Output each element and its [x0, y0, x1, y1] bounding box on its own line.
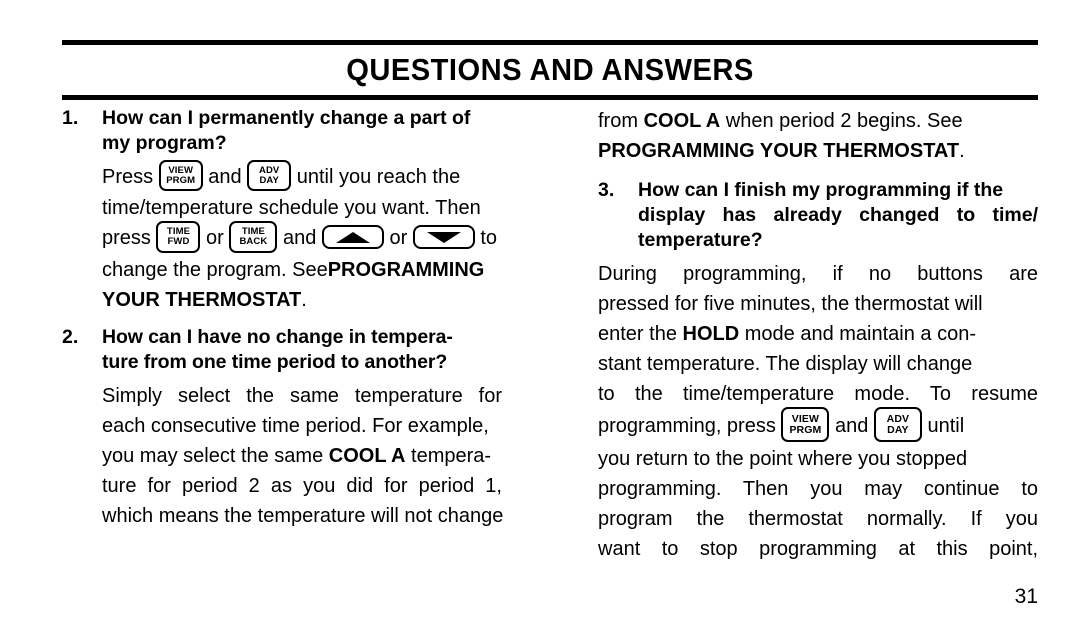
- answer-2-line-1: Simply select the same temperature for: [102, 384, 502, 407]
- answer-3-line-1: During programming, if no buttons are: [598, 263, 1038, 285]
- question-2-number: 2.: [62, 325, 79, 348]
- manual-page: QUESTIONS AND ANSWERS 1. How can I perma…: [0, 0, 1080, 623]
- page-title: QUESTIONS AND ANSWERS: [346, 52, 754, 87]
- answer-1-line-4: change the program. SeePROGRAMMING: [102, 255, 502, 285]
- answer-2-line-2: each consecutive time period. For exampl…: [102, 414, 489, 437]
- continuation-text-a: from: [598, 110, 638, 132]
- question-1-line-1: How can I permanently change a part of: [102, 107, 471, 129]
- down-arrow-button[interactable]: [412, 225, 475, 250]
- question-1-text: How can I permanently change a part of m…: [102, 106, 502, 156]
- continuation-line-2: PROGRAMMING YOUR THERMOSTAT.: [598, 136, 1038, 166]
- answer-3-text-a: enter the: [598, 323, 677, 345]
- answer-3-emphasis-1: HOLD: [682, 323, 740, 345]
- answer-3-line-9: program the thermostat normally. If you: [598, 508, 1038, 531]
- left-column: 1. How can I permanently change a part o…: [62, 106, 504, 533]
- view-prgm-button[interactable]: VIEW PRGM: [158, 160, 203, 192]
- answer-1-text-a: Press: [102, 166, 154, 188]
- time-back-button-line2: BACK: [239, 236, 268, 248]
- answer-1-text-e: or: [206, 227, 224, 250]
- question-3-line-1: How can I finish my programming if the: [638, 179, 1004, 201]
- answer-3-line-4: stant temperature. The display will chan…: [598, 353, 973, 375]
- answer-2-text-b: tempera-: [411, 444, 492, 467]
- answer-3-line-10: want to stop programming at this point,: [598, 538, 1038, 561]
- time-fwd-button[interactable]: TIME FWD: [156, 221, 201, 253]
- page-number: 31: [1014, 585, 1038, 608]
- answer-1-text-b: and: [208, 166, 242, 188]
- answer-3-text-c: programming, press: [598, 414, 776, 437]
- answer-3-line-5: to the time/temperature mode. To resume: [598, 383, 1038, 405]
- qa-item-1: 1. How can I permanently change a part o…: [62, 106, 502, 315]
- continuation-paragraph: from COOL A when period 2 begins. See PR…: [598, 106, 1038, 166]
- qa-item-3: 3. How can I finish my programming if th…: [598, 178, 1038, 564]
- answer-3-line-7: you return to the point where you stoppe…: [598, 448, 968, 471]
- answer-1-line-5: YOUR THERMOSTAT.: [102, 285, 502, 315]
- down-arrow-icon: [426, 231, 461, 243]
- answer-3-text-b: mode and maintain a con-: [744, 323, 976, 345]
- answer-1-text-h: to: [480, 227, 498, 250]
- adv-day-button[interactable]: ADV DAY: [247, 160, 292, 192]
- question-2-line-1: How can I have no change in tempera-: [102, 325, 453, 348]
- right-column: from COOL A when period 2 begins. See PR…: [598, 106, 1038, 566]
- answer-1-text-d: press: [102, 227, 151, 250]
- continuation-emphasis-1: COOL A: [643, 110, 721, 132]
- continuation-text-b: when period 2 begins. See: [725, 110, 963, 132]
- answer-1-line-1: Press VIEW PRGM and ADV DAY until you re…: [102, 160, 502, 193]
- question-3-line-3: temperature?: [638, 229, 763, 251]
- question-1-row: 1. How can I permanently change a part o…: [62, 106, 502, 156]
- answer-3-line-3: enter the HOLD mode and maintain a con-: [598, 319, 1038, 349]
- answer-1: Press VIEW PRGM and ADV DAY until you re…: [102, 160, 502, 315]
- question-2-text: How can I have no change in tempera- tur…: [102, 325, 502, 375]
- time-fwd-button-line2: FWD: [167, 236, 190, 248]
- answer-3-text-d: and: [834, 414, 869, 437]
- question-1-number: 1.: [62, 107, 79, 129]
- view-prgm-button-line2: PRGM: [166, 174, 196, 186]
- answer-2-line-3: you may select the same COOL A tempera-: [102, 441, 502, 471]
- header-rule-bottom: [62, 95, 1038, 100]
- question-3-number: 3.: [598, 179, 615, 201]
- continuation-text-c: .: [959, 140, 965, 162]
- answer-1-text-i: change the program. See: [102, 258, 328, 281]
- question-3-text: How can I finish my programming if the d…: [638, 178, 1038, 253]
- view-prgm-button-2-line2: PRGM: [789, 423, 822, 436]
- adv-day-button-2[interactable]: ADV DAY: [873, 407, 922, 443]
- answer-2-line-5: which means the temperature will not cha…: [102, 504, 504, 527]
- answer-1-emphasis-1: PROGRAMMING: [327, 258, 485, 281]
- answer-2-emphasis-1: COOL A: [328, 444, 406, 467]
- answer-3-line-8: programming. Then you may continue to: [598, 478, 1038, 501]
- answer-1-text-c: until you reach the: [296, 166, 461, 188]
- answer-2-text-a: you may select the same: [102, 444, 324, 467]
- adv-day-button-2-line2: DAY: [887, 423, 909, 436]
- answer-1-line-2: time/temperature schedule you want. Then: [102, 197, 481, 220]
- answer-3-line-2: pressed for five minutes, the thermostat…: [598, 293, 983, 315]
- continuation-emphasis-2: PROGRAMMING YOUR THERMOSTAT: [598, 140, 960, 162]
- question-2-row: 2. How can I have no change in tempera- …: [62, 325, 502, 375]
- answer-3: During programming, if no buttons are pr…: [598, 259, 1038, 564]
- answer-1-text-f: and: [282, 227, 317, 250]
- answer-3-text-e: until: [927, 414, 965, 437]
- question-2-line-2: ture from one time period to another?: [102, 350, 448, 373]
- adv-day-button-line2: DAY: [259, 174, 279, 186]
- up-arrow-icon: [335, 231, 370, 243]
- answer-2-line-4: ture for period 2 as you did for period …: [102, 474, 502, 497]
- question-1-line-2: my program?: [102, 132, 227, 154]
- answer-2: Simply select the same temperature for e…: [102, 381, 504, 531]
- answer-1-text-j: .: [301, 288, 307, 311]
- continuation-line-1: from COOL A when period 2 begins. See: [598, 106, 1038, 136]
- qa-item-2: 2. How can I have no change in tempera- …: [62, 325, 504, 531]
- answer-1-line-3: press TIME FWD or TIME BACK and or to: [102, 221, 502, 254]
- up-arrow-button[interactable]: [321, 225, 384, 250]
- answer-3-line-6: programming, press VIEW PRGM and ADV DAY…: [598, 407, 1038, 444]
- question-3-line-2: display has already changed to time/: [638, 204, 1038, 226]
- answer-1-emphasis-2: YOUR THERMOSTAT: [102, 288, 302, 311]
- answer-1-text-g: or: [389, 227, 408, 250]
- time-back-button[interactable]: TIME BACK: [229, 221, 278, 253]
- view-prgm-button-2[interactable]: VIEW PRGM: [781, 407, 830, 443]
- page-header: QUESTIONS AND ANSWERS: [62, 40, 1038, 100]
- question-3-row: 3. How can I finish my programming if th…: [598, 178, 1038, 253]
